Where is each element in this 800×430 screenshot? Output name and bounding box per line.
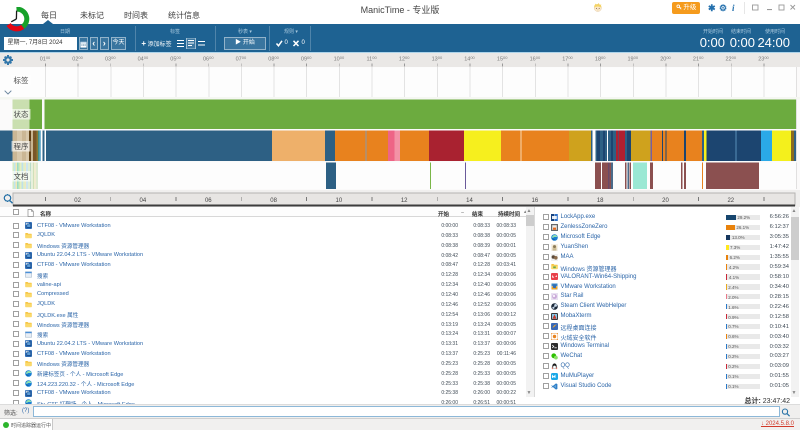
svg-text:06: 06 [205, 198, 212, 204]
svg-text:标签: 标签 [14, 75, 29, 85]
svg-text:12: 12 [401, 198, 408, 204]
svg-text:程序: 程序 [14, 141, 29, 151]
svg-text:文档: 文档 [14, 171, 29, 181]
svg-text:16: 16 [532, 198, 539, 204]
svg-text:14: 14 [466, 198, 473, 204]
svg-text:02: 02 [74, 198, 81, 204]
svg-text:20: 20 [662, 198, 669, 204]
svg-text:状态: 状态 [14, 109, 29, 119]
svg-text:22: 22 [727, 198, 734, 204]
svg-text:10: 10 [336, 198, 343, 204]
svg-text:08: 08 [270, 198, 277, 204]
svg-text:04: 04 [140, 198, 147, 204]
svg-text:18: 18 [597, 198, 604, 204]
